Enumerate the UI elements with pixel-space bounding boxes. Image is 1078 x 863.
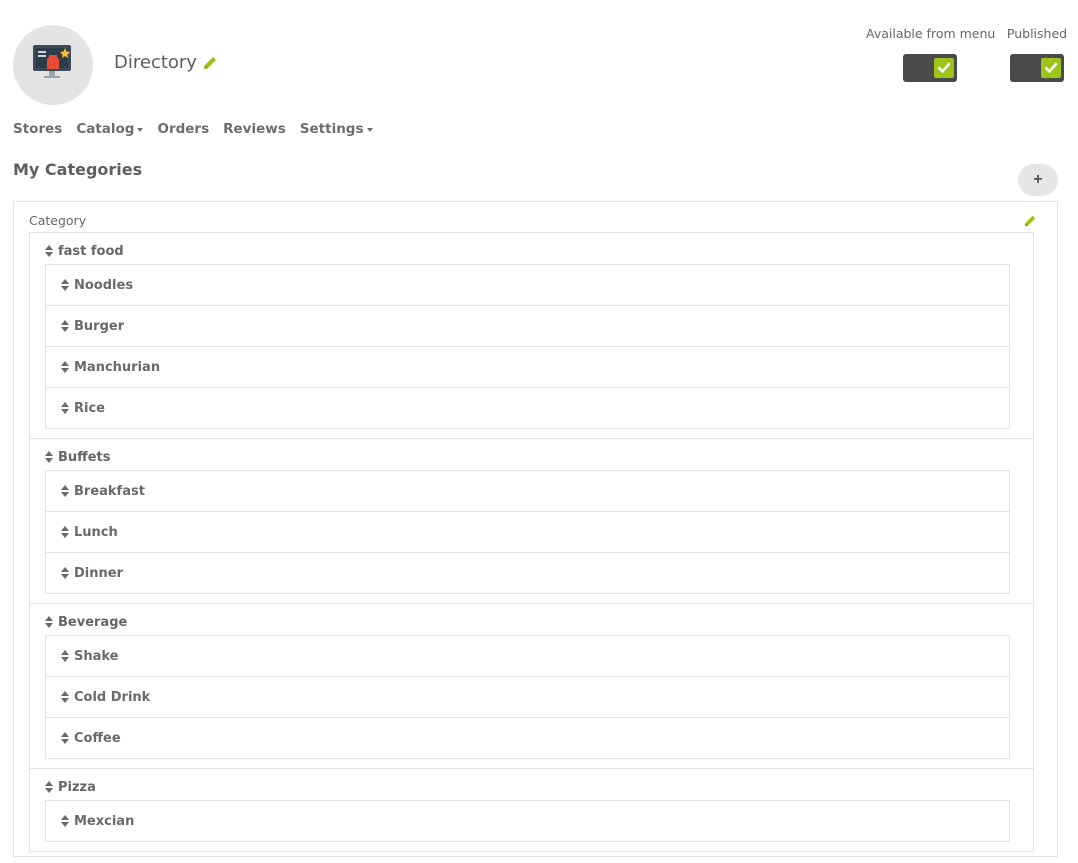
category-item[interactable]: Lunch — [46, 511, 1009, 552]
sort-handle-icon — [61, 815, 70, 827]
available-from-menu-switch[interactable] — [903, 54, 957, 82]
category-item-label: Lunch — [74, 524, 118, 540]
category-item-label: Mexcian — [74, 813, 135, 829]
nav-label: Catalog — [76, 121, 135, 137]
add-category-button[interactable]: + — [1018, 164, 1058, 196]
sort-handle-icon — [61, 485, 70, 497]
sort-handle-icon — [45, 616, 54, 628]
category-item-label: Cold Drink — [74, 689, 151, 705]
switch-knob — [934, 58, 954, 78]
category-item-label: Burger — [74, 318, 125, 334]
category-group-name: Pizza — [58, 779, 96, 795]
category-items: Noodles Burger Manchurian Rice — [45, 264, 1010, 429]
nav-label: Orders — [157, 121, 210, 137]
category-item[interactable]: Breakfast — [46, 471, 1009, 511]
category-item-label: Breakfast — [74, 483, 145, 499]
categories-panel: Category fast food Noodles Burger Manchuria… — [13, 201, 1058, 857]
sort-handle-icon — [61, 567, 70, 579]
toggle-label: Available from menu — [866, 26, 996, 41]
category-item[interactable]: Coffee — [46, 717, 1009, 758]
category-item-label: Rice — [74, 400, 105, 416]
nav-item-reviews[interactable]: Reviews — [223, 121, 286, 137]
category-item[interactable]: Mexcian — [46, 801, 1009, 841]
category-items: Breakfast Lunch Dinner — [45, 470, 1010, 594]
nav-label: Settings — [299, 121, 364, 137]
sort-handle-icon — [45, 245, 54, 257]
toggle-available-from-menu: Available from menu — [866, 26, 996, 82]
caret-down-icon — [137, 128, 144, 132]
pencil-icon[interactable] — [1023, 214, 1037, 228]
nav-item-stores[interactable]: Stores — [13, 121, 62, 137]
nav-label: Reviews — [223, 121, 286, 137]
category-item-label: Noodles — [74, 277, 134, 293]
caret-down-icon — [366, 128, 373, 132]
category-group-header[interactable]: fast food — [45, 243, 1010, 259]
pencil-icon[interactable] — [202, 55, 218, 71]
category-items: Shake Cold Drink Coffee — [45, 635, 1010, 759]
category-items: Mexcian — [45, 800, 1010, 842]
category-group: Beverage Shake Cold Drink Coffee — [30, 603, 1033, 768]
app-title: Directory — [114, 52, 197, 73]
category-item[interactable]: Manchurian — [46, 346, 1009, 387]
category-group: Pizza Mexcian — [30, 768, 1033, 851]
category-group-name: Buffets — [58, 449, 111, 465]
category-item[interactable]: Cold Drink — [46, 676, 1009, 717]
category-group-header[interactable]: Pizza — [45, 779, 1010, 795]
sort-handle-icon — [61, 526, 70, 538]
app-logo — [13, 25, 93, 105]
sort-handle-icon — [61, 361, 70, 373]
page-title: My Categories — [13, 160, 143, 179]
category-item-label: Manchurian — [74, 359, 161, 375]
category-group: Buffets Breakfast Lunch Dinner — [30, 438, 1033, 603]
directory-app-icon — [33, 45, 71, 78]
category-item-label: Dinner — [74, 565, 123, 581]
category-item[interactable]: Noodles — [46, 265, 1009, 305]
toggle-published: Published — [1004, 26, 1070, 82]
switch-knob — [1041, 58, 1061, 78]
panel-header: Category — [29, 213, 87, 228]
sort-handle-icon — [61, 279, 70, 291]
toggle-label: Published — [1006, 26, 1068, 41]
nav-item-settings[interactable]: Settings — [300, 121, 373, 137]
category-group-name: fast food — [58, 243, 124, 259]
category-item[interactable]: Burger — [46, 305, 1009, 346]
sort-handle-icon — [61, 732, 70, 744]
nav-item-orders[interactable]: Orders — [157, 121, 209, 137]
category-group-header[interactable]: Beverage — [45, 614, 1010, 630]
sort-handle-icon — [61, 691, 70, 703]
category-item[interactable]: Shake — [46, 636, 1009, 676]
category-groups: fast food Noodles Burger Manchurian Rice Buff… — [29, 232, 1034, 852]
category-item-label: Shake — [74, 648, 119, 664]
sort-handle-icon — [45, 781, 54, 793]
nav-label: Stores — [13, 121, 63, 137]
check-icon — [1044, 62, 1058, 73]
sort-handle-icon — [61, 650, 70, 662]
category-item[interactable]: Dinner — [46, 552, 1009, 593]
sort-handle-icon — [61, 320, 70, 332]
sort-handle-icon — [45, 451, 54, 463]
category-item[interactable]: Rice — [46, 387, 1009, 428]
sort-handle-icon — [61, 402, 70, 414]
category-item-label: Coffee — [74, 730, 121, 746]
check-icon — [937, 62, 951, 73]
category-group-name: Beverage — [58, 614, 128, 630]
nav-item-catalog[interactable]: Catalog — [76, 121, 144, 137]
published-switch[interactable] — [1010, 54, 1064, 82]
category-group: fast food Noodles Burger Manchurian Rice — [30, 233, 1033, 438]
category-group-header[interactable]: Buffets — [45, 449, 1010, 465]
main-nav: Stores Catalog Orders Reviews Settings — [13, 121, 373, 137]
